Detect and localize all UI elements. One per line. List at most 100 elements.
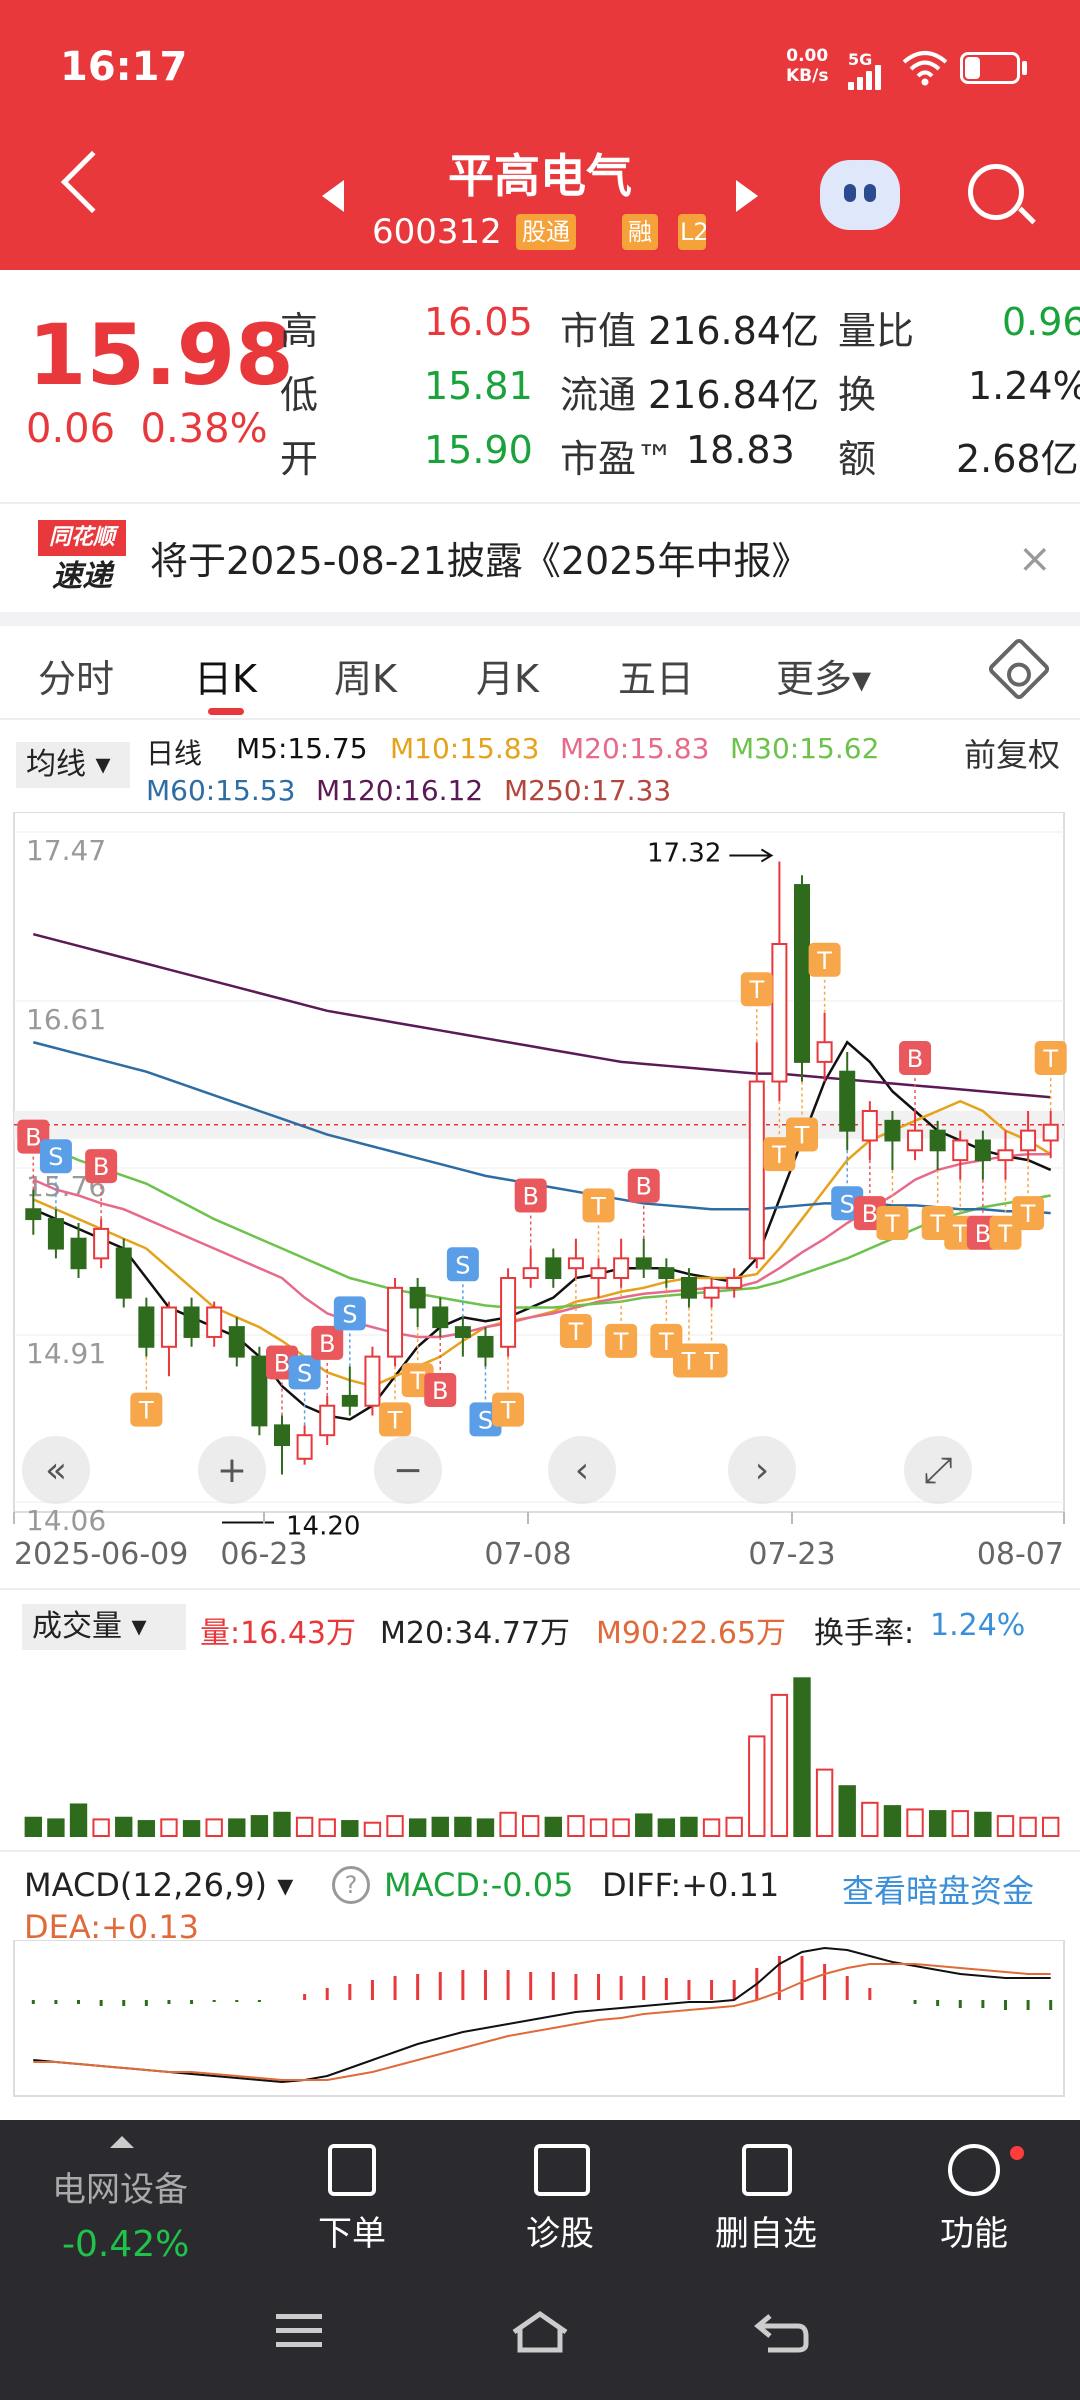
stock-name: 平高电气 — [448, 149, 632, 203]
function-icon[interactable] — [948, 2144, 1000, 2196]
zoom-out-button[interactable]: − — [374, 1436, 442, 1504]
signal-label: S — [342, 1300, 357, 1328]
change-percent: 0.38% — [140, 406, 268, 452]
remove-watchlist-icon[interactable] — [742, 2144, 792, 2196]
candle-body — [47, 1218, 64, 1250]
indicator-selector[interactable]: 均线 ▾ — [16, 742, 130, 788]
close-icon[interactable]: × — [1018, 536, 1052, 582]
net-speed: 0.00 KB/s — [786, 46, 828, 86]
dark-pool-link[interactable]: 查看暗盘资金 — [842, 1866, 1034, 1912]
volume-bar — [228, 1818, 246, 1837]
tag-margin[interactable]: 融 — [622, 214, 658, 250]
tab-more[interactable]: 更多▾ — [776, 648, 871, 703]
turnover-rate-value: 1.24% — [930, 1608, 1026, 1643]
volume-bar — [635, 1813, 653, 1837]
divider — [0, 1588, 1080, 1590]
nav-function[interactable]: 功能 — [914, 2206, 1034, 2255]
candle-body — [997, 1149, 1014, 1162]
volume-bar — [770, 1693, 789, 1838]
volume-selector[interactable]: 成交量 ▾ — [22, 1604, 186, 1650]
macd-chart[interactable] — [0, 1940, 1080, 2100]
y-tick-label: 14.06 — [26, 1504, 106, 1537]
next-stock-button[interactable] — [736, 180, 758, 212]
volume-bar — [499, 1811, 517, 1837]
prev-button[interactable]: ‹ — [548, 1436, 616, 1504]
sector-name[interactable]: 电网设备 — [52, 2162, 188, 2211]
nav-remove-watchlist[interactable]: 删自选 — [706, 2206, 826, 2255]
tab-intraday[interactable]: 分时 — [38, 648, 114, 703]
fullscreen-button[interactable]: ⤢ — [904, 1436, 972, 1504]
pe-label: 市盈™ — [560, 437, 675, 481]
current-price: 15.98 — [28, 306, 294, 404]
candle-body — [432, 1306, 449, 1329]
x-tick-label: 08-07 — [977, 1537, 1064, 1572]
candle-body — [839, 1070, 856, 1132]
zoom-in-button[interactable]: + — [198, 1436, 266, 1504]
signal-label: T — [138, 1397, 154, 1425]
tag-l2[interactable]: L2 — [678, 214, 706, 250]
open-label: 开 — [280, 437, 319, 481]
candle-body — [25, 1208, 42, 1221]
candle-body — [907, 1129, 924, 1152]
signal-label: T — [658, 1328, 674, 1356]
volume-bar — [273, 1811, 291, 1837]
candle-body — [500, 1277, 517, 1348]
section-divider — [0, 612, 1080, 626]
kline-chart[interactable]: 17.4716.6115.7614.9114.06BS BTB SBSTT BSS TB… — [0, 812, 1080, 1580]
volume-bar — [567, 1815, 585, 1838]
help-icon[interactable]: ? — [332, 1866, 370, 1904]
search-icon[interactable] — [968, 164, 1024, 220]
signal-label: S — [478, 1406, 493, 1434]
tab-monthly-k[interactable]: 月K — [476, 648, 539, 703]
settings-icon[interactable] — [986, 636, 1052, 702]
signal-label: T — [748, 976, 764, 1004]
scroll-left-button[interactable]: « — [22, 1436, 90, 1504]
prev-stock-button[interactable] — [322, 180, 344, 212]
signal-label: T — [884, 1210, 900, 1238]
candle-body — [748, 1080, 765, 1260]
signal-label: S — [840, 1190, 855, 1218]
ai-assistant-icon[interactable] — [820, 160, 900, 230]
home-icon[interactable] — [510, 2310, 570, 2354]
signal-label: T — [681, 1347, 697, 1375]
tab-daily-k[interactable]: 日K — [194, 648, 257, 703]
sector-change: -0.42% — [62, 2224, 190, 2265]
volume-bar — [160, 1818, 178, 1837]
mktcap-label: 市值 — [560, 309, 637, 353]
change-value: 0.06 — [26, 406, 116, 452]
candle-body — [884, 1119, 901, 1142]
expand-icon[interactable] — [110, 2136, 134, 2148]
tag-connect[interactable]: 股通 — [516, 214, 576, 250]
order-icon[interactable] — [328, 2144, 376, 2196]
tab-weekly-k[interactable]: 周K — [334, 648, 397, 703]
back-button[interactable] — [60, 150, 124, 214]
amount-label: 额 — [838, 437, 877, 481]
tab-five-day[interactable]: 五日 — [618, 648, 694, 703]
menu-icon[interactable] — [274, 2310, 326, 2350]
signal-label: B — [636, 1173, 652, 1201]
button-glyph: › — [755, 1450, 769, 1491]
ma10-label: M10:15.83 — [390, 732, 540, 765]
back-nav-icon[interactable] — [754, 2310, 810, 2354]
volume-bar — [363, 1821, 382, 1838]
stock-code: 600312 — [372, 212, 502, 252]
news-logo-top: 同花顺 — [38, 520, 126, 556]
adjust-mode-button[interactable]: 前复权 — [964, 730, 1060, 776]
open-value: 15.90 — [424, 428, 533, 472]
next-button[interactable]: › — [728, 1436, 796, 1504]
macd-selector[interactable]: MACD(12,26,9) ▾ — [24, 1866, 293, 1904]
signal-label: T — [409, 1367, 425, 1395]
nav-diagnose[interactable]: 诊股 — [500, 2206, 620, 2255]
volume-bar — [386, 1815, 404, 1838]
candle-body — [477, 1335, 494, 1358]
volume-chart[interactable] — [0, 1660, 1080, 1840]
button-glyph: − — [393, 1450, 423, 1491]
diagnose-icon[interactable] — [534, 2144, 590, 2196]
notice-text[interactable]: 将于2025-08-21披露《2025年中报》 — [150, 530, 810, 585]
volume-bar — [589, 1818, 608, 1837]
candle-body — [93, 1227, 110, 1260]
candle-body — [273, 1424, 291, 1447]
y-tick-label: 14.91 — [26, 1337, 106, 1370]
nav-order[interactable]: 下单 — [292, 2206, 412, 2255]
volume-bar — [250, 1815, 269, 1838]
